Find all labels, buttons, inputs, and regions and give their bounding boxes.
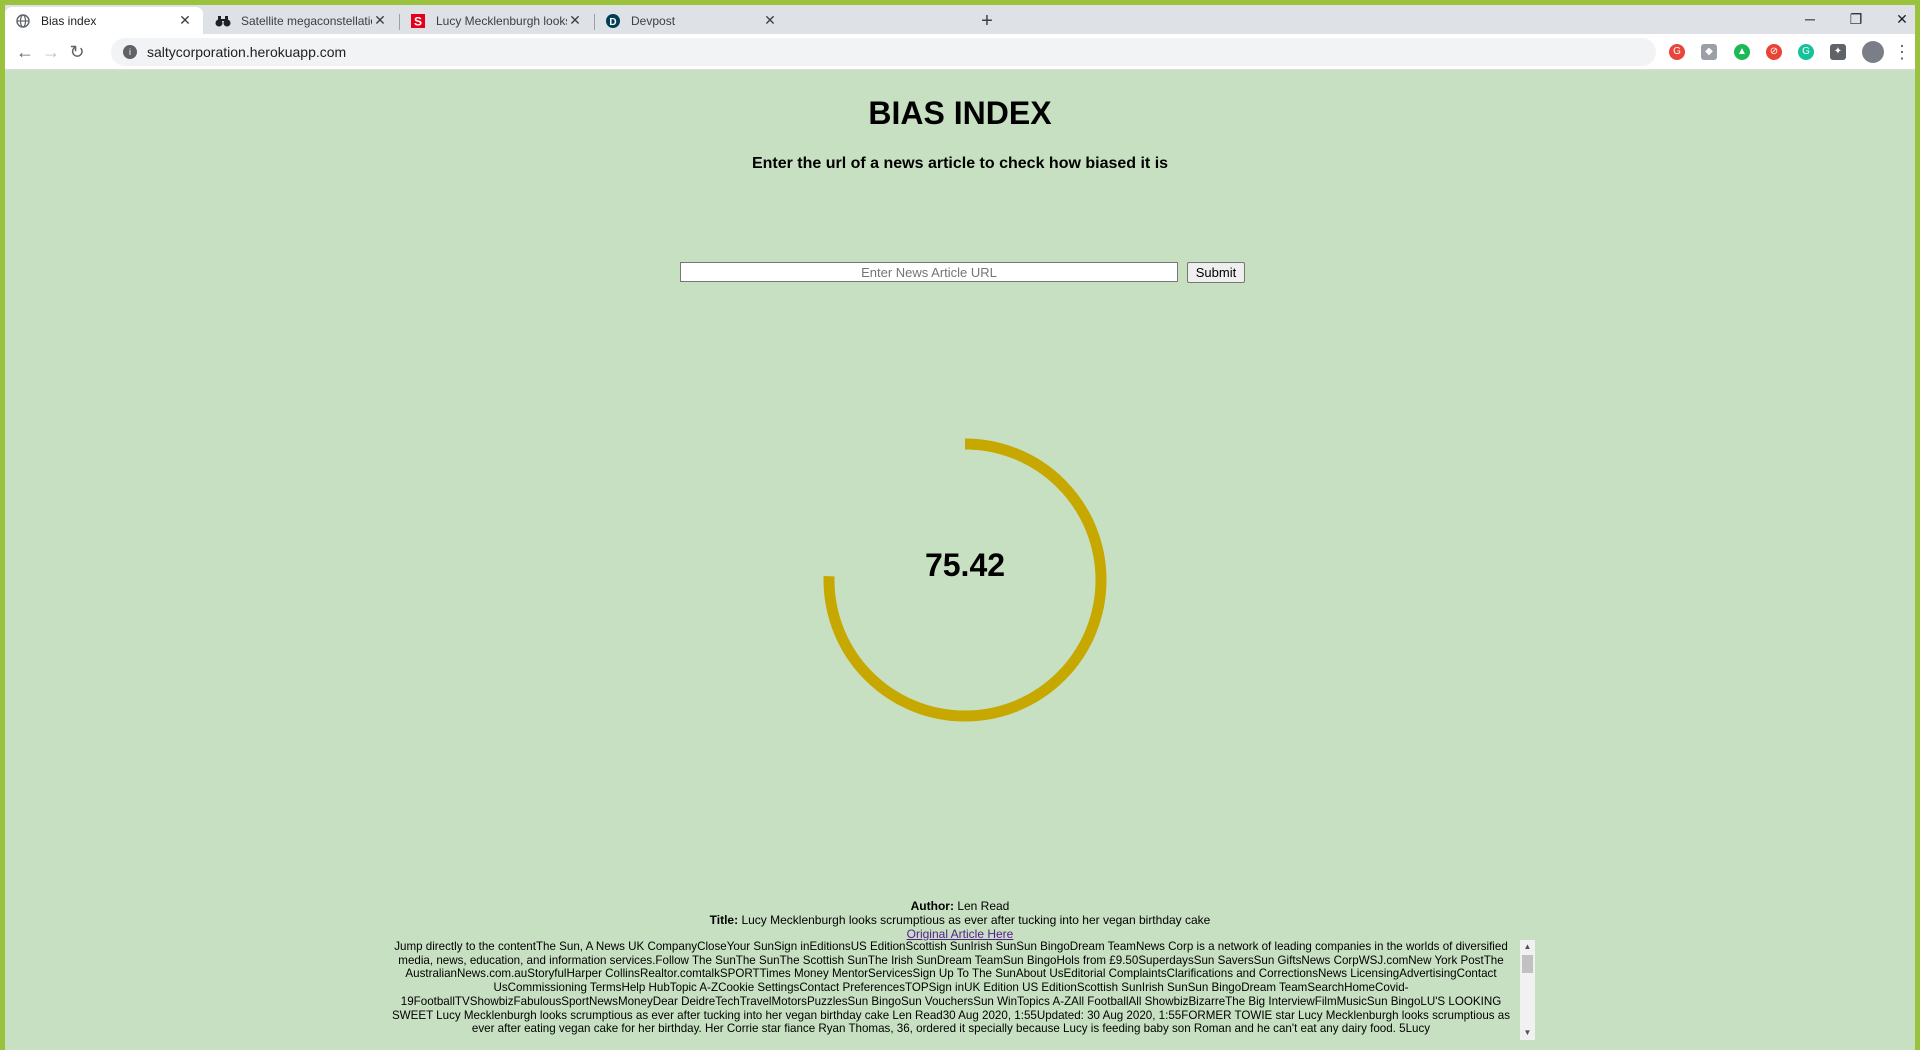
address-url: saltycorporation.herokuapp.com	[147, 44, 347, 60]
browser-menu-icon[interactable]: ⋮	[1890, 40, 1914, 64]
author-label: Author:	[910, 899, 954, 913]
scroll-down-icon[interactable]: ▼	[1520, 1026, 1535, 1040]
avatar[interactable]	[1862, 41, 1884, 63]
tab-satellite[interactable]: Satellite megaconstellations coul ✕	[205, 7, 398, 34]
binoculars-icon	[215, 13, 231, 29]
browser-toolbar: ← → ↻ i saltycorporation.herokuapp.com G…	[5, 34, 1915, 70]
close-icon[interactable]: ✕	[762, 12, 778, 29]
article-title: Lucy Mecklenburgh looks scrumptious as e…	[741, 913, 1211, 927]
svg-text:S: S	[414, 14, 422, 28]
article-text: Jump directly to the contentThe Sun, A N…	[391, 940, 1511, 1036]
article-scrollbar[interactable]: ▲ ▼	[1520, 940, 1535, 1040]
svg-text:D: D	[609, 17, 616, 28]
author-name: Len Read	[957, 899, 1010, 913]
close-icon[interactable]: ✕	[177, 12, 193, 29]
close-icon[interactable]: ✕	[567, 12, 583, 29]
page-title: BIAS INDEX	[868, 95, 1052, 131]
tab-title: Lucy Mecklenburgh looks scrump	[436, 13, 567, 28]
tab-title: Devpost	[631, 13, 676, 28]
minimize-button[interactable]: ─	[1787, 5, 1833, 34]
new-tab-button[interactable]: +	[975, 9, 999, 33]
original-link-line: Original Article Here	[5, 927, 1915, 941]
close-window-button[interactable]: ✕	[1879, 5, 1915, 34]
extension-red-icon[interactable]: G	[1669, 44, 1685, 60]
title-label: Title:	[709, 913, 739, 927]
extension-blocker-icon[interactable]: ⊘	[1766, 44, 1782, 60]
tab-title: Satellite megaconstellations coul	[241, 13, 372, 28]
author-line: Author: Len Read	[5, 899, 1915, 913]
back-button[interactable]: ←	[13, 40, 37, 64]
puzzle-icon[interactable]: ✦	[1830, 44, 1846, 60]
reload-button[interactable]: ↻	[65, 40, 89, 64]
tab-lucy[interactable]: S Lucy Mecklenburgh looks scrump ✕	[400, 7, 593, 34]
title-line: Title: Lucy Mecklenburgh looks scrumptio…	[5, 913, 1915, 927]
bias-score: 75.42	[924, 547, 1006, 583]
forward-button[interactable]: →	[39, 40, 63, 64]
article-url-input[interactable]	[680, 262, 1178, 282]
grammarly-icon[interactable]: G	[1798, 44, 1814, 60]
browser-window: Bias index ✕ Satellite megaconstellation…	[5, 5, 1915, 1050]
tab-strip: Bias index ✕ Satellite megaconstellation…	[5, 5, 1915, 34]
article-text-box[interactable]: Jump directly to the contentThe Sun, A N…	[385, 940, 1535, 1040]
page-content: BIAS INDEX Enter the url of a news artic…	[5, 70, 1915, 1050]
restore-button[interactable]: ❐	[1833, 5, 1879, 34]
tab-title: Bias index	[41, 13, 97, 28]
original-article-link[interactable]: Original Article Here	[907, 927, 1014, 941]
tab-bias-index[interactable]: Bias index ✕	[5, 7, 203, 34]
scroll-thumb[interactable]	[1522, 955, 1533, 973]
globe-icon	[15, 13, 31, 29]
scroll-up-icon[interactable]: ▲	[1520, 940, 1535, 954]
site-info-icon[interactable]: i	[123, 45, 137, 59]
devpost-d-icon: D	[605, 13, 621, 29]
close-icon[interactable]: ✕	[372, 12, 388, 29]
tab-devpost[interactable]: D Devpost ✕	[595, 7, 788, 34]
page-subtitle: Enter the url of a news article to check…	[751, 155, 1169, 172]
extension-green-icon[interactable]: ▲	[1734, 44, 1750, 60]
submit-button[interactable]: Submit	[1187, 262, 1245, 283]
sun-s-logo-icon: S	[410, 13, 426, 29]
shield-icon[interactable]: ◆	[1701, 44, 1717, 60]
address-bar[interactable]: i saltycorporation.herokuapp.com	[111, 38, 1656, 66]
